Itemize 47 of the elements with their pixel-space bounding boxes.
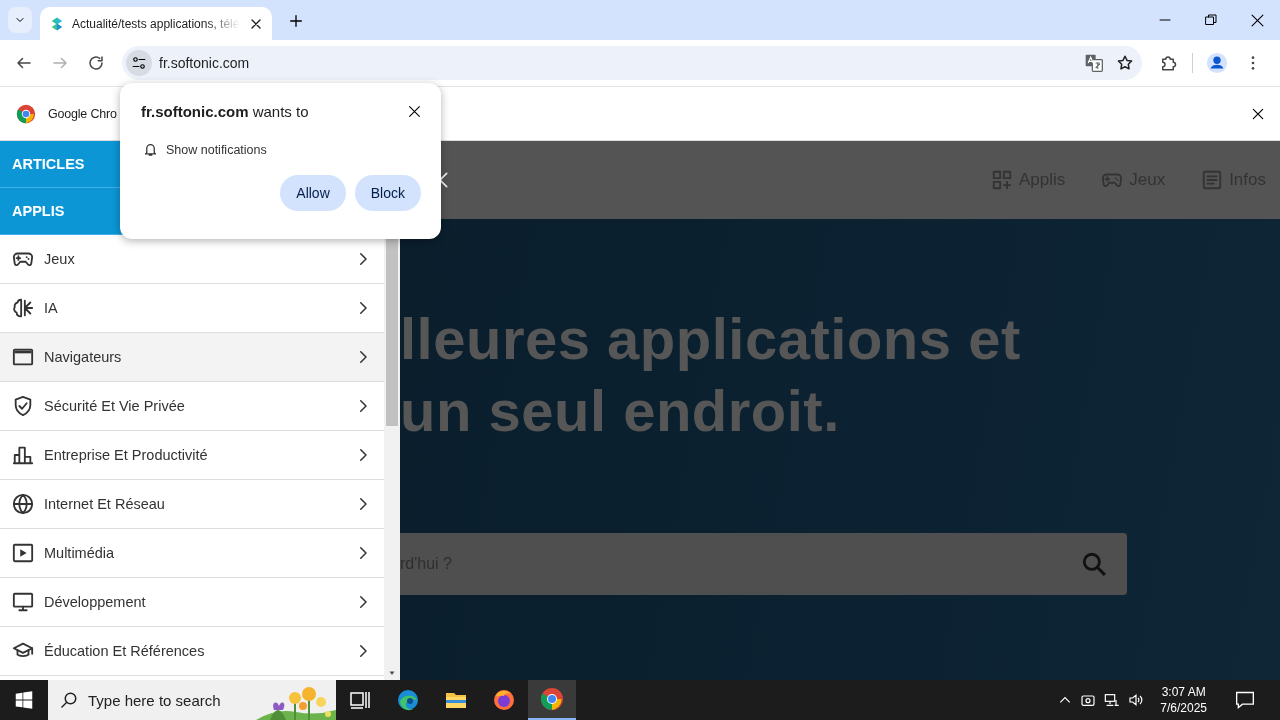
- document-icon: [1201, 169, 1224, 191]
- infobar-message: Google Chro: [48, 106, 117, 121]
- taskbar-search-field[interactable]: Type here to search: [48, 680, 336, 720]
- close-icon: [1250, 13, 1264, 27]
- edge-logo-icon: [396, 688, 420, 712]
- browser-window-icon: [12, 346, 34, 368]
- chrome-logo-icon: [16, 103, 36, 124]
- popup-button[interactable]: Allow: [280, 175, 346, 211]
- bar-chart-icon: [12, 444, 34, 466]
- softonic-logo-icon: [50, 15, 64, 32]
- permission-label: Show notifications: [166, 142, 267, 157]
- url-text: fr.softonic.com: [159, 55, 251, 71]
- popup-close-button[interactable]: [408, 105, 421, 118]
- clock[interactable]: 3:07 AM 7/6/2025: [1152, 684, 1215, 716]
- tab-search-button[interactable]: [8, 7, 32, 33]
- monitor-icon: [12, 591, 34, 613]
- taskbar-app-button[interactable]: [528, 680, 576, 720]
- firefox-logo-icon: [492, 688, 516, 712]
- reload-icon: [87, 54, 105, 72]
- bell-icon: [143, 142, 158, 157]
- grid-icon: [990, 169, 1013, 191]
- person-icon: [1206, 52, 1228, 74]
- play-icon: [12, 542, 34, 564]
- category-item[interactable]: Navigateurs: [0, 333, 384, 382]
- translate-icon[interactable]: [1084, 53, 1104, 73]
- popup-title: fr.softonic.com wants to: [141, 103, 309, 120]
- puzzle-icon: [1159, 54, 1177, 72]
- tune-icon: [132, 56, 146, 70]
- hero-headline: lleures applications et: [400, 305, 1022, 373]
- message-icon: [1235, 690, 1255, 710]
- restore-icon: [1205, 14, 1217, 26]
- popup-button[interactable]: Block: [354, 175, 421, 211]
- shield-icon: [12, 395, 34, 417]
- search-icon: [60, 691, 78, 709]
- speaker-icon[interactable]: [1128, 692, 1145, 708]
- close-icon: [408, 105, 421, 118]
- plus-icon: [288, 13, 304, 29]
- hero-headline: un seul endroit.: [400, 377, 841, 445]
- site-info-button[interactable]: [126, 50, 152, 76]
- scroll-down-arrow-icon: [388, 670, 396, 676]
- globe-icon: [12, 493, 34, 515]
- close-icon: [1251, 106, 1265, 121]
- network-icon[interactable]: [1104, 692, 1121, 708]
- windows-logo-icon: [15, 691, 33, 709]
- chrome-logo-icon: [540, 687, 564, 711]
- address-bar[interactable]: fr.softonic.com: [122, 46, 1142, 80]
- star-icon[interactable]: [1116, 54, 1134, 72]
